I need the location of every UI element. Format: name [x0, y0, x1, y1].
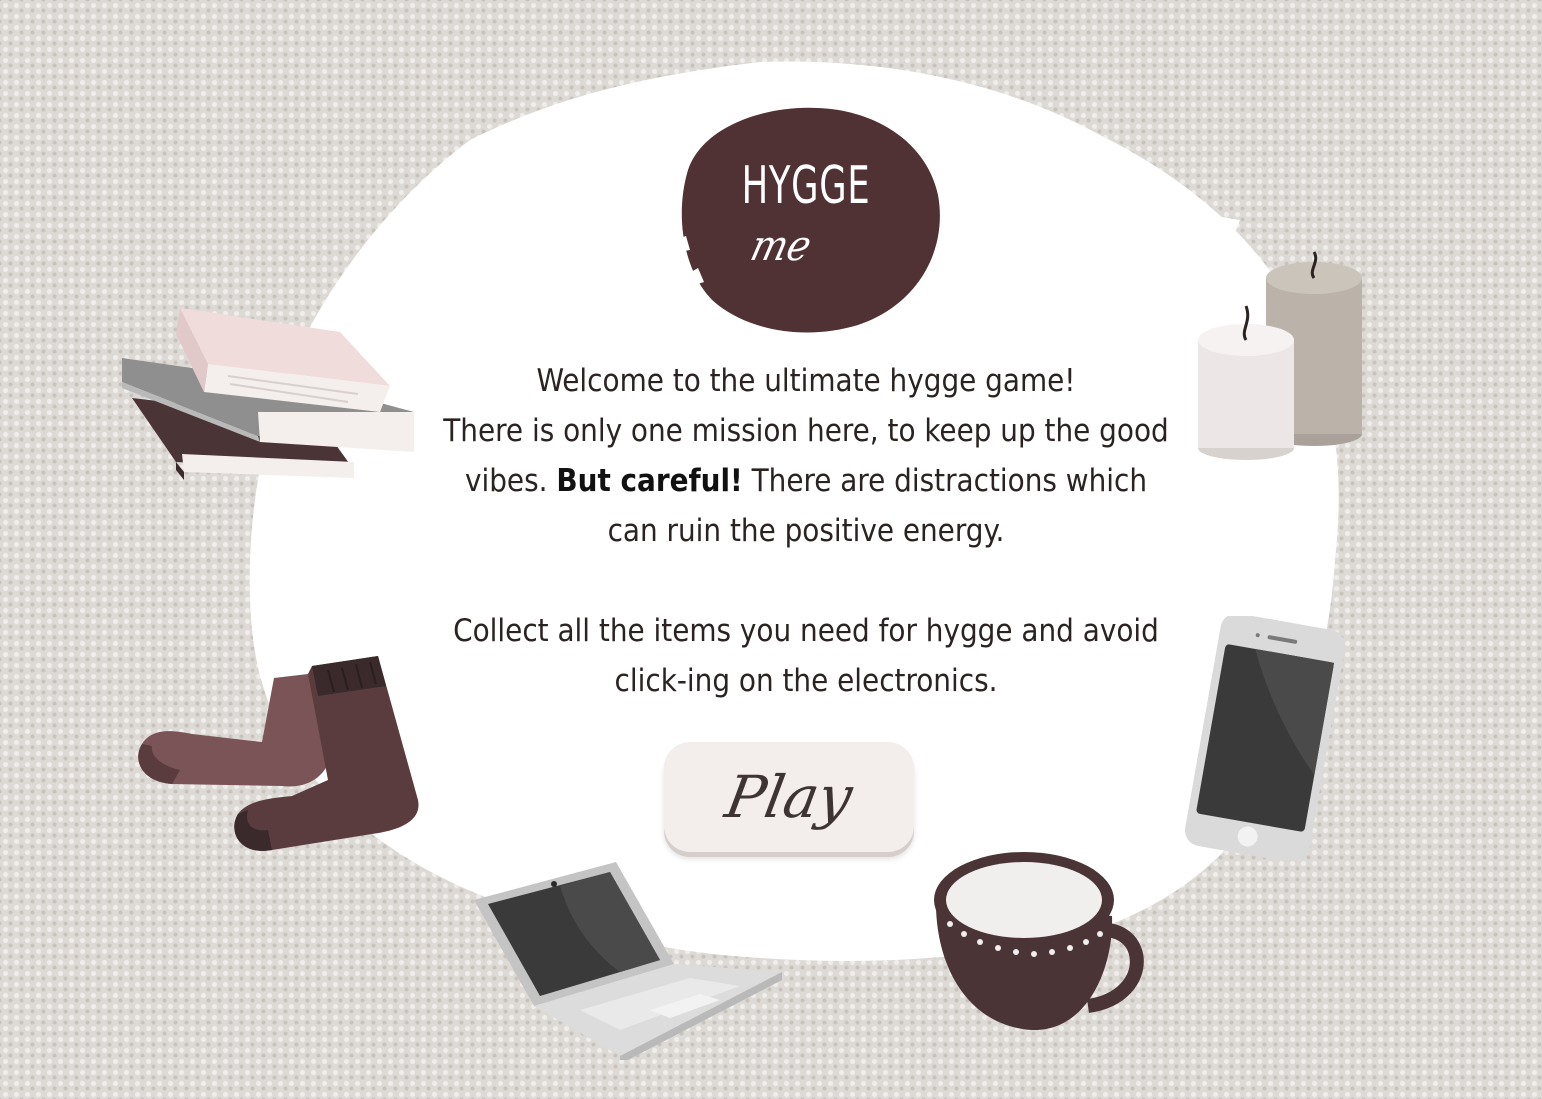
- books-icon[interactable]: [118, 302, 418, 502]
- intro-text: Welcome to the ultimate hygge game! Ther…: [440, 356, 1172, 706]
- intro-welcome: Welcome to the ultimate hygge game!: [536, 363, 1076, 399]
- logo-subtitle: me: [746, 221, 817, 270]
- smartphone-icon[interactable]: [1180, 616, 1350, 860]
- logo-badge: [674, 107, 940, 333]
- intro-instructions: Collect all the items you need for hygge…: [453, 613, 1159, 699]
- intro-warning: But careful!: [556, 463, 743, 499]
- play-button-label: Play: [720, 763, 858, 831]
- laptop-icon[interactable]: [470, 860, 790, 1060]
- hygge-logo: [668, 100, 944, 336]
- candles-icon[interactable]: [1196, 244, 1368, 464]
- socks-icon[interactable]: [132, 650, 422, 860]
- intro-mission: There is only one mission here, to keep …: [440, 406, 1172, 556]
- intro-spacer: [440, 556, 1172, 606]
- logo-title: HYGGE: [741, 156, 871, 216]
- play-button[interactable]: Play: [664, 742, 914, 852]
- coffee-cup-icon[interactable]: [928, 846, 1148, 1036]
